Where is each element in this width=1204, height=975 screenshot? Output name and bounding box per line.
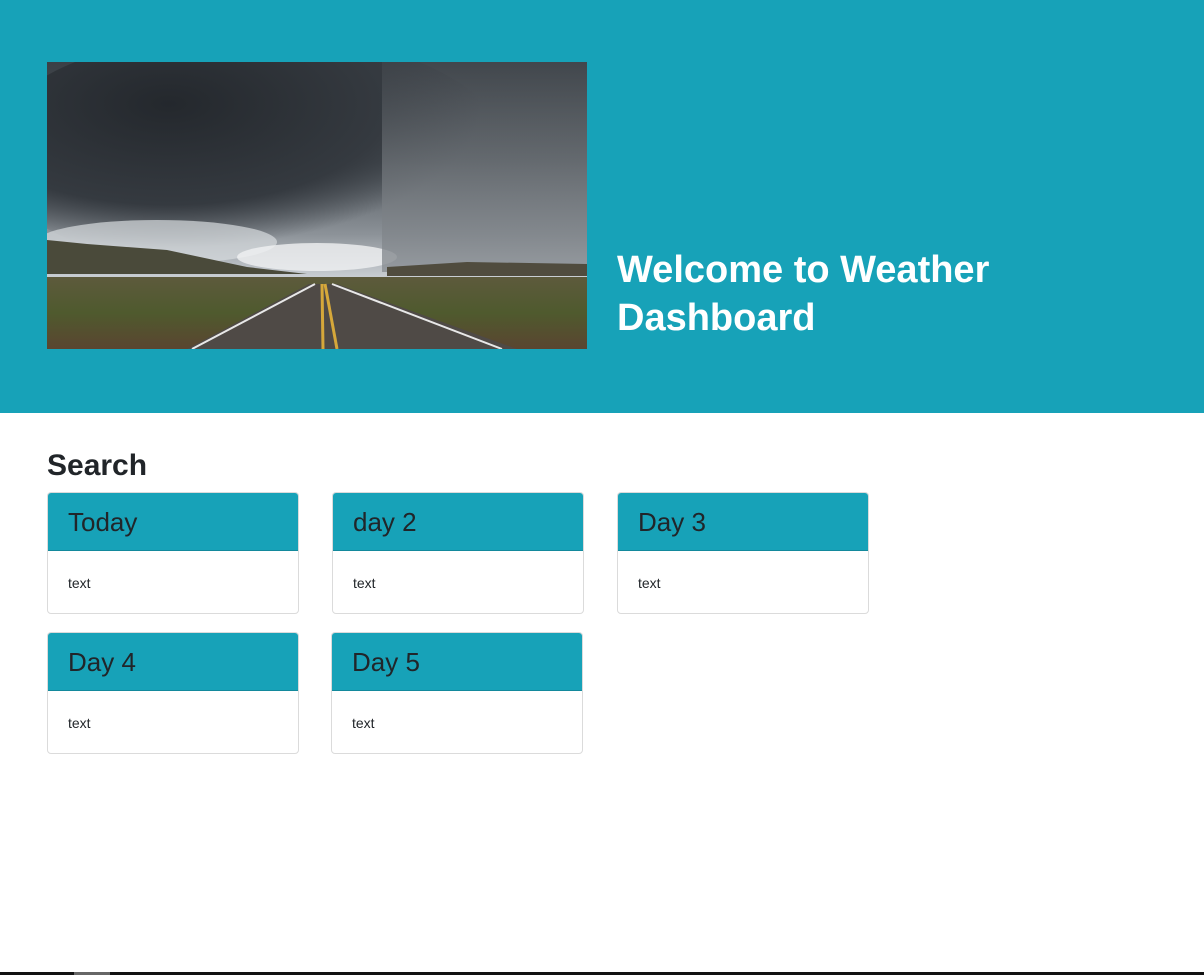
forecast-card-title: day 2 bbox=[333, 493, 583, 551]
forecast-card-day-3: Day 3 text bbox=[617, 492, 869, 614]
forecast-card-text: text bbox=[353, 575, 376, 591]
forecast-card-day-5: Day 5 text bbox=[331, 632, 583, 754]
storm-road-image bbox=[47, 62, 587, 349]
forecast-card-day-2: day 2 text bbox=[332, 492, 584, 614]
forecast-card-title: Day 5 bbox=[332, 633, 582, 691]
search-heading: Search bbox=[47, 449, 148, 482]
forecast-card-title: Day 4 bbox=[48, 633, 298, 691]
forecast-card-title: Day 3 bbox=[618, 493, 868, 551]
forecast-card-text: text bbox=[68, 575, 91, 591]
page-title: Welcome to Weather Dashboard bbox=[617, 249, 990, 339]
hero-banner: Welcome to Weather Dashboard bbox=[0, 0, 1204, 413]
forecast-card-title: Today bbox=[48, 493, 298, 551]
forecast-card-day-4: Day 4 text bbox=[47, 632, 299, 754]
forecast-card-text: text bbox=[638, 575, 661, 591]
forecast-card-text: text bbox=[352, 715, 375, 731]
forecast-card-today: Today text bbox=[47, 492, 299, 614]
forecast-card-text: text bbox=[68, 715, 91, 731]
